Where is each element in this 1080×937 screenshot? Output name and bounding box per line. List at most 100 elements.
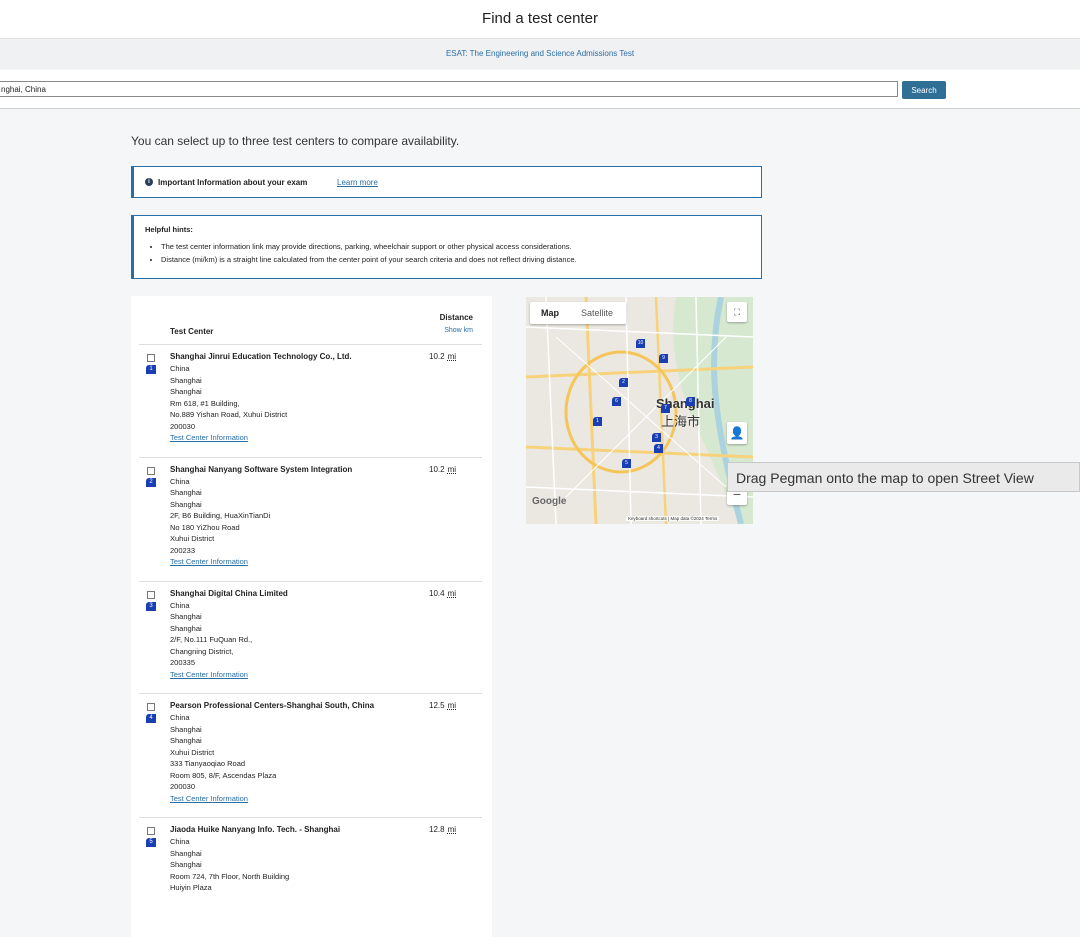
center-distance: 10.2 mi [429,465,456,474]
address-line: 200030 [170,421,196,431]
center-name: Jiaoda Huike Nanyang Info. Tech. - Shang… [170,825,341,834]
address-line: Shanghai [170,848,202,858]
select-center-checkbox[interactable] [147,466,155,475]
address-line: 200335 [170,658,196,667]
hints-list: The test center information link may pro… [145,240,577,266]
distance-value: 10.4 [429,588,445,598]
center-distance: 10.4 mi [429,589,456,598]
table-row: 4 Pearson Professional Centers-Shanghai S… [139,693,482,818]
column-header-test-center: Test Center [170,327,214,336]
address-line: Shanghai [170,623,202,633]
important-info-box: i Important Information about your exam … [131,166,762,198]
distance-value: 12.5 [429,701,445,710]
test-center-list: Test Center Distance Show km 1 Shanghai J… [131,296,492,937]
address-line: Shanghai [170,375,202,385]
distance-value: 10.2 [429,464,445,474]
address-line: Shanghai [170,612,202,621]
address-line: 2/F, No.111 FuQuan Rd., [170,635,253,644]
address-line: China [170,713,190,722]
intro-text: You can select up to three test centers … [131,134,460,148]
pegman-icon[interactable]: 👤 [727,422,747,444]
hint-item: The test center information link may pro… [161,240,577,253]
address-line: China [170,600,190,610]
address-line: 2F, B6 Building, HuaXinTianDi [170,511,271,520]
table-row: 1 Shanghai Jinrui Education Technology Co… [139,344,482,458]
learn-more-link[interactable]: Learn more [337,178,378,187]
map-pin-icon[interactable]: 9 [659,354,668,363]
center-name: Shanghai Jinrui Education Technology Co.… [170,352,352,361]
address-line: No.889 Yishan Road, Xuhui District [170,410,288,419]
address-line: Shanghai [170,499,202,509]
address-line: China [170,476,190,486]
test-center-info-link[interactable]: Test Center Information [170,433,248,442]
map-pin-icon[interactable]: 8 [686,397,695,406]
address-line: Changning District, [170,646,234,656]
map-pin-icon[interactable]: 7 [661,404,670,413]
fullscreen-icon[interactable]: ⛶ [727,302,747,322]
table-row: 3 Shanghai Digital China Limited 10.4 mi Chi… [139,580,482,695]
center-name: Shanghai Digital China Limited [170,588,288,598]
center-name: Shanghai Nanyang Software System Integra… [170,464,353,474]
column-header-distance: Distance [439,313,473,322]
test-center-info-link[interactable]: Test Center Information [170,794,248,803]
map-pin-icon[interactable]: 2 [619,378,628,387]
map-marker-icon: 4 [146,714,156,723]
address-line: Shanghai [170,387,202,396]
address-line: Xuhui District [170,534,215,543]
distance-unit[interactable]: mi [448,352,456,361]
center-distance: 10.2 mi [429,352,456,361]
center-distance: 12.8 mi [429,825,456,834]
search-bar: Search [0,70,1080,109]
test-center-info-link[interactable]: Test Center Information [170,670,248,679]
map-marker-icon: 2 [146,477,156,487]
distance-unit[interactable]: mi [448,465,456,474]
map-marker-icon: 1 [146,365,156,374]
map-tab-satellite[interactable]: Satellite [581,308,613,318]
test-center-info-link[interactable]: Test Center Information [170,557,248,566]
address-line: Room 805, 8/F, Ascendas Plaza [170,770,277,780]
address-line: 333 Tianyaoqiao Road [170,759,246,768]
map-marker-icon: 5 [146,838,156,847]
map-pin-icon[interactable]: 1 [593,417,602,426]
distance-unit[interactable]: mi [448,701,456,710]
map-attribution: Keyboard shortcuts | Map data ©2024 Term… [626,516,720,521]
map-type-control: Map Satellite [530,302,626,324]
select-center-checkbox[interactable] [147,827,155,835]
map-pin-icon[interactable]: 3 [652,433,661,442]
address-line: Shanghai [170,488,202,497]
select-center-checkbox[interactable] [147,703,155,711]
google-logo: Google [532,496,567,507]
map[interactable]: Map Satellite ⛶ Shanghai 上海市 👤 − Google … [526,297,753,524]
map-pin-icon[interactable]: 10 [636,339,645,348]
address-line: Huiyin Plaza [170,883,212,892]
search-input[interactable] [0,81,898,97]
map-pin-icon[interactable]: 4 [654,444,663,453]
address-line: Room 724, 7th Floor, North Building [170,871,290,881]
center-distance: 12.5 mi [429,701,456,710]
map-pin-icon[interactable]: 6 [612,397,621,406]
select-center-checkbox[interactable] [147,354,155,362]
show-km-link[interactable]: Show km [421,327,473,334]
select-center-checkbox[interactable] [147,590,155,599]
map-pin-icon[interactable]: 5 [622,459,631,468]
address-line: Rm 618, #1 Building, [170,398,240,408]
address-line: Shanghai [170,724,202,734]
table-row: 5 Jiaoda Huike Nanyang Info. Tech. - Shan… [139,817,482,908]
info-icon: i [145,178,153,186]
pegman-tooltip: Drag Pegman onto the map to open Street … [727,462,1080,492]
address-line: China [170,364,190,373]
map-city-label-zh: 上海市 [661,414,701,429]
map-tab-map[interactable]: Map [541,308,559,318]
center-name: Pearson Professional Centers-Shanghai So… [170,701,375,710]
hint-item: Distance (mi/km) is a straight line calc… [161,253,577,266]
distance-value: 12.8 [429,825,445,834]
hints-title: Helpful hints: [145,225,193,234]
distance-unit[interactable]: mi [448,825,456,834]
important-info-text: Important Information about your exam [158,178,308,187]
search-button[interactable]: Search [902,81,946,99]
address-line: No 180 YiZhou Road [170,522,240,532]
address-line: Xuhui District [170,747,215,757]
address-line: China [170,837,190,846]
distance-unit[interactable]: mi [448,589,456,598]
address-line: 200233 [170,545,196,555]
